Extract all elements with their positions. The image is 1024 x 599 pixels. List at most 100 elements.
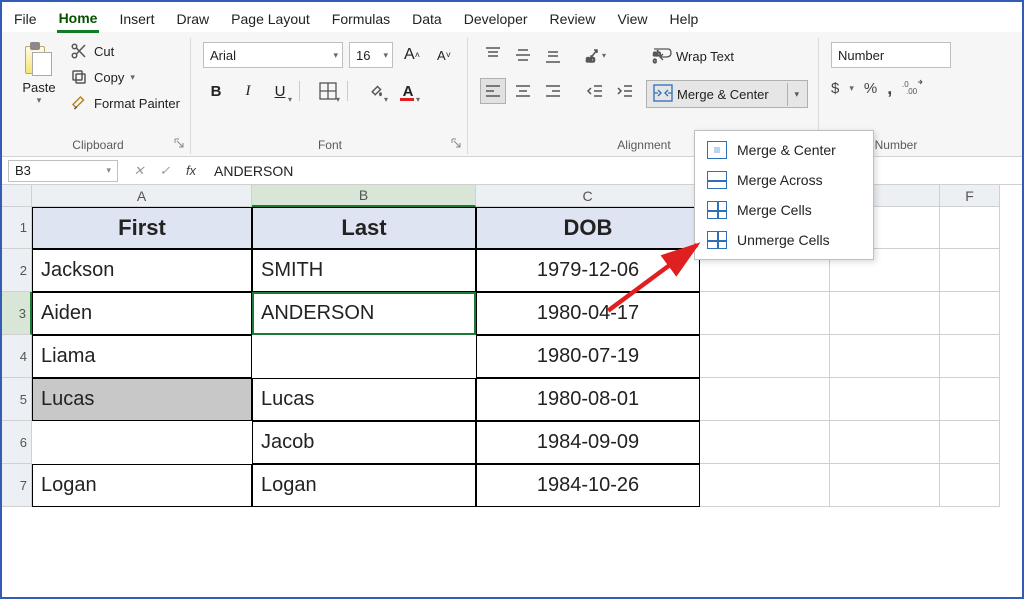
font-color-button[interactable]: A ▾ bbox=[395, 78, 421, 104]
dialog-launcher-icon[interactable] bbox=[172, 136, 186, 150]
paste-button[interactable]: Paste ▾ bbox=[16, 38, 62, 106]
tab-home[interactable]: Home bbox=[57, 6, 100, 33]
merge-across-item[interactable]: Merge Across bbox=[695, 165, 873, 195]
cell-a3[interactable]: Aiden bbox=[32, 292, 252, 335]
tab-formulas[interactable]: Formulas bbox=[330, 7, 392, 31]
cell-f4[interactable] bbox=[940, 335, 1000, 378]
bold-button[interactable]: B bbox=[203, 78, 229, 104]
dialog-launcher-icon[interactable] bbox=[449, 136, 463, 150]
cell-f5[interactable] bbox=[940, 378, 1000, 421]
col-header-c[interactable]: C bbox=[476, 185, 700, 207]
col-header-a[interactable]: A bbox=[32, 185, 252, 207]
formula-input[interactable]: ANDERSON bbox=[206, 163, 1022, 179]
number-format-combo[interactable]: Number bbox=[831, 42, 951, 68]
cell-d7[interactable] bbox=[700, 464, 830, 507]
row-header-3[interactable]: 3 bbox=[2, 292, 32, 335]
cell-b1[interactable]: Last bbox=[252, 207, 476, 249]
cell-a1[interactable]: First bbox=[32, 207, 252, 249]
cell-c3[interactable]: 1980-04-17 bbox=[476, 292, 700, 335]
cell-a4[interactable]: Liama bbox=[32, 335, 252, 378]
cell-e4[interactable] bbox=[830, 335, 940, 378]
format-painter-button[interactable]: Format Painter bbox=[70, 94, 180, 112]
cell-b5[interactable]: Lucas bbox=[252, 378, 476, 421]
align-bottom-button[interactable] bbox=[540, 42, 566, 68]
align-center-button[interactable] bbox=[510, 78, 536, 104]
comma-style-button[interactable]: , bbox=[887, 78, 892, 99]
cell-d5[interactable] bbox=[700, 378, 830, 421]
decrease-indent-button[interactable] bbox=[582, 78, 608, 104]
row-header-7[interactable]: 7 bbox=[2, 464, 32, 507]
cell-e3[interactable] bbox=[830, 292, 940, 335]
cell-a5[interactable]: Lucas bbox=[32, 378, 252, 421]
select-all-cell[interactable] bbox=[2, 185, 32, 207]
increase-font-size-button[interactable]: A˄ bbox=[399, 42, 425, 68]
cell-d4[interactable] bbox=[700, 335, 830, 378]
cell-e7[interactable] bbox=[830, 464, 940, 507]
underline-button[interactable]: U▾ bbox=[267, 78, 293, 104]
orientation-button[interactable]: ab▾ bbox=[582, 42, 608, 68]
unmerge-cells-item[interactable]: Unmerge Cells bbox=[695, 225, 873, 255]
col-header-b[interactable]: B bbox=[252, 185, 476, 207]
cell-c2[interactable]: 1979-12-06 bbox=[476, 249, 700, 292]
align-middle-button[interactable] bbox=[510, 42, 536, 68]
chevron-down-icon[interactable]: ▾ bbox=[787, 83, 805, 106]
col-header-f[interactable]: F bbox=[940, 185, 1000, 207]
cell-e6[interactable] bbox=[830, 421, 940, 464]
cell-f7[interactable] bbox=[940, 464, 1000, 507]
currency-button[interactable]: $ bbox=[831, 80, 839, 97]
font-name-combo[interactable]: Arial▾ bbox=[203, 42, 343, 68]
copy-button[interactable]: Copy ▾ bbox=[70, 68, 180, 86]
cell-f3[interactable] bbox=[940, 292, 1000, 335]
cell-f6[interactable] bbox=[940, 421, 1000, 464]
wrap-text-button[interactable]: abc Wrap Text bbox=[646, 42, 808, 70]
tab-data[interactable]: Data bbox=[410, 7, 444, 31]
cell-c7[interactable]: 1984-10-26 bbox=[476, 464, 700, 507]
cell-e5[interactable] bbox=[830, 378, 940, 421]
row-header-4[interactable]: 4 bbox=[2, 335, 32, 378]
tab-review[interactable]: Review bbox=[548, 7, 598, 31]
cell-c6[interactable]: 1984-09-09 bbox=[476, 421, 700, 464]
italic-button[interactable]: I bbox=[235, 78, 261, 104]
decrease-font-size-button[interactable]: A˅ bbox=[431, 42, 457, 68]
percent-button[interactable]: % bbox=[864, 80, 877, 97]
cell-a7[interactable]: Logan bbox=[32, 464, 252, 507]
name-box[interactable]: B3 ▾ bbox=[8, 160, 118, 182]
increase-decimal-button[interactable]: .0.00 bbox=[902, 79, 924, 98]
cell-f1[interactable] bbox=[940, 207, 1000, 249]
cell-a2[interactable]: Jackson bbox=[32, 249, 252, 292]
cut-button[interactable]: Cut bbox=[70, 42, 180, 60]
font-size-combo[interactable]: 16▾ bbox=[349, 42, 393, 68]
fill-color-button[interactable]: ▾ bbox=[363, 78, 389, 104]
tab-view[interactable]: View bbox=[615, 7, 649, 31]
tab-help[interactable]: Help bbox=[668, 7, 701, 31]
cancel-formula-button[interactable]: ✕ bbox=[128, 163, 150, 179]
cell-d6[interactable] bbox=[700, 421, 830, 464]
cell-c1[interactable]: DOB bbox=[476, 207, 700, 249]
increase-indent-button[interactable] bbox=[612, 78, 638, 104]
tab-developer[interactable]: Developer bbox=[462, 7, 530, 31]
row-header-1[interactable]: 1 bbox=[2, 207, 32, 249]
align-right-button[interactable] bbox=[540, 78, 566, 104]
cell-c4[interactable]: 1980-07-19 bbox=[476, 335, 700, 378]
enter-formula-button[interactable]: ✓ bbox=[154, 163, 176, 179]
align-top-button[interactable] bbox=[480, 42, 506, 68]
row-header-6[interactable]: 6 bbox=[2, 421, 32, 464]
tab-file[interactable]: File bbox=[12, 7, 39, 31]
cell-d3[interactable] bbox=[700, 292, 830, 335]
insert-function-button[interactable]: fx bbox=[180, 163, 202, 179]
align-left-button[interactable] bbox=[480, 78, 506, 104]
row-header-5[interactable]: 5 bbox=[2, 378, 32, 421]
tab-draw[interactable]: Draw bbox=[174, 7, 211, 31]
merge-center-item[interactable]: Merge & Center bbox=[695, 135, 873, 165]
merge-center-split-button[interactable]: Merge & Center ▾ bbox=[646, 80, 808, 108]
cell-c5[interactable]: 1980-08-01 bbox=[476, 378, 700, 421]
row-header-2[interactable]: 2 bbox=[2, 249, 32, 292]
cell-b2[interactable]: SMITH bbox=[252, 249, 476, 292]
cell-b6[interactable]: Jacob bbox=[252, 421, 476, 464]
borders-button[interactable]: ▾ bbox=[315, 78, 341, 104]
cell-f2[interactable] bbox=[940, 249, 1000, 292]
cell-b3[interactable]: ANDERSON bbox=[252, 292, 476, 335]
tab-insert[interactable]: Insert bbox=[117, 7, 156, 31]
tab-page-layout[interactable]: Page Layout bbox=[229, 7, 312, 31]
merge-cells-item[interactable]: Merge Cells bbox=[695, 195, 873, 225]
